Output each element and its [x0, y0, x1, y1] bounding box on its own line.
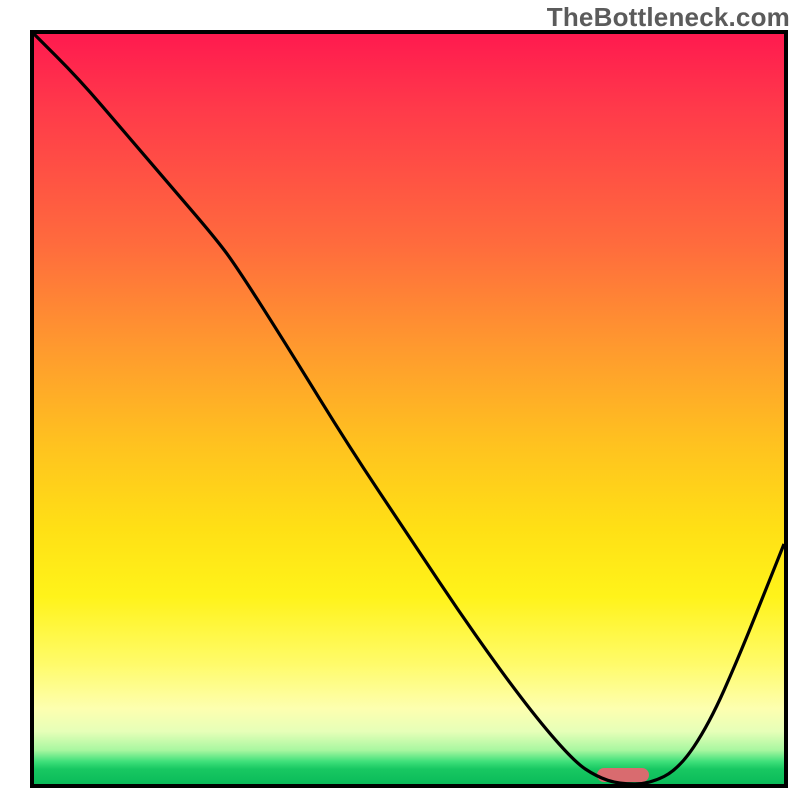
watermark-text: TheBottleneck.com — [547, 2, 790, 33]
plot-area — [30, 30, 788, 788]
chart-frame: TheBottleneck.com — [0, 0, 800, 800]
bottleneck-curve — [34, 34, 784, 784]
curve-path — [34, 34, 784, 784]
